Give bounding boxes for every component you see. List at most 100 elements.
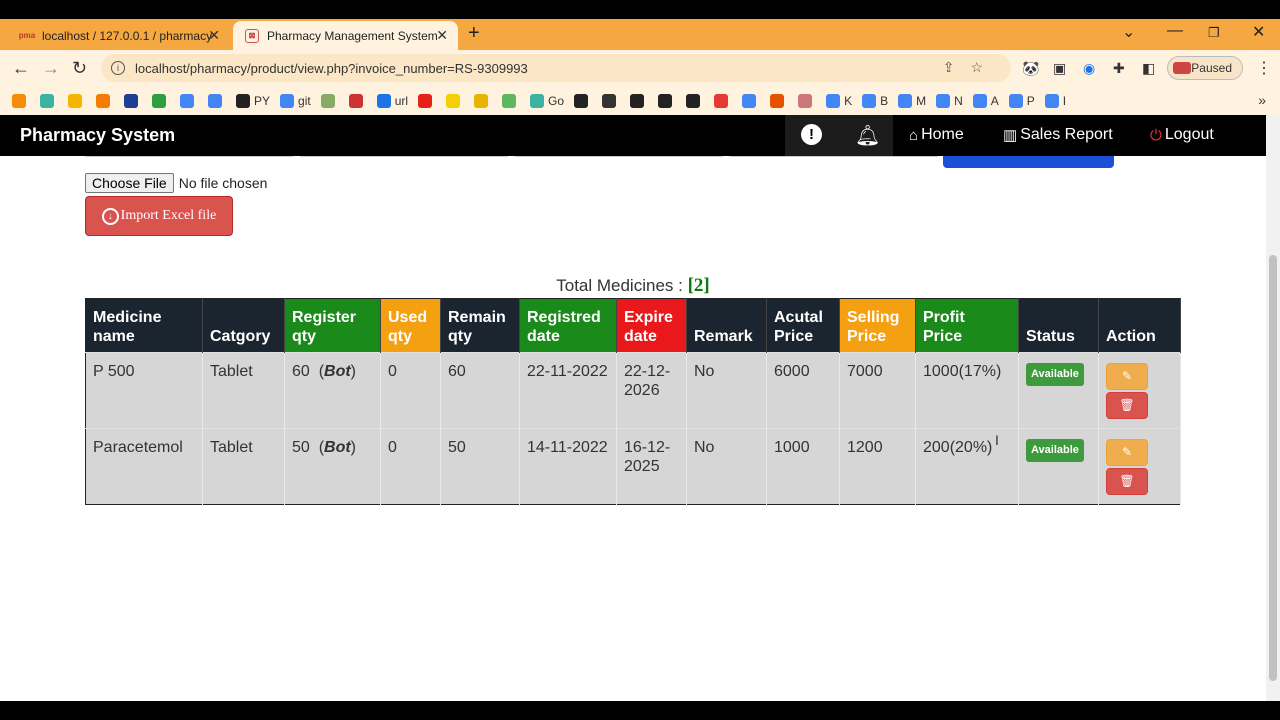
bookmark-item[interactable]: B <box>862 94 888 108</box>
bookmark-item[interactable] <box>96 94 114 108</box>
bookmark-item[interactable] <box>474 94 492 108</box>
header-expire-date: Expire date <box>616 298 687 353</box>
puzzle-icon[interactable]: ✚ <box>1113 60 1125 77</box>
bookmark-item[interactable]: P <box>1008 94 1035 108</box>
alert-icon[interactable]: ! <box>801 124 822 145</box>
bookmark-item[interactable] <box>714 94 732 108</box>
bookmark-item[interactable] <box>686 94 704 108</box>
extension-icon[interactable]: ◉ <box>1083 60 1095 77</box>
bookmark-icon <box>376 94 391 108</box>
bookmark-item[interactable] <box>502 94 520 108</box>
import-excel-button[interactable]: ↓ Import Excel file <box>85 196 233 236</box>
share-star-icons[interactable]: ⇪☆ <box>943 59 999 76</box>
header-status: Status <box>1018 298 1099 353</box>
bookmark-label: K <box>844 94 853 108</box>
tab-phpmyadmin[interactable]: pma localhost / 127.0.0.1 / pharmacy ✕ <box>8 21 230 50</box>
header-remark: Remark <box>686 298 767 353</box>
bookmark-item[interactable] <box>658 94 676 108</box>
bookmark-item[interactable] <box>446 94 464 108</box>
bookmark-item[interactable]: url <box>376 94 408 108</box>
bookmark-item[interactable]: Go <box>530 94 564 108</box>
cell-expire-date: 22-12-2026 <box>616 352 687 429</box>
home-link[interactable]: ⌂ Home <box>909 126 964 144</box>
edit-icon: ✎ <box>1121 445 1133 459</box>
back-icon[interactable]: ← <box>12 58 30 79</box>
bookmark-item[interactable] <box>798 94 816 108</box>
header-profit-price: Profit Price <box>915 298 1019 353</box>
bookmark-item[interactable]: I <box>1044 94 1066 108</box>
bookmark-item[interactable]: git <box>280 94 311 108</box>
extension-icon[interactable]: ▣ <box>1053 60 1066 77</box>
minimize-icon[interactable]: — <box>1167 22 1183 40</box>
bookmark-icon <box>208 94 222 108</box>
profile-status: Paused <box>1191 61 1232 75</box>
panda-extension-icon[interactable]: 🐼 <box>1022 60 1039 77</box>
page-scrollbar[interactable] <box>1266 115 1280 701</box>
sales-report-label: Sales Report <box>1020 126 1113 143</box>
menu-icon[interactable]: ⋮ <box>1256 58 1272 78</box>
header-used-qty: Used qty <box>380 298 441 353</box>
bookmark-item[interactable] <box>152 94 170 108</box>
restore-icon[interactable]: ❐ <box>1208 25 1220 41</box>
bookmark-item[interactable] <box>208 94 226 108</box>
bookmark-item[interactable] <box>742 94 760 108</box>
bookmark-item[interactable] <box>320 94 339 108</box>
bookmark-item[interactable] <box>124 94 142 108</box>
bookmark-item[interactable] <box>602 94 620 108</box>
profile-button[interactable]: Paused <box>1167 56 1243 80</box>
page-content: Choose File No file chosen ↓ Import Exce… <box>0 156 1266 701</box>
bookmark-icon <box>936 94 951 108</box>
bookmark-icon <box>898 94 913 108</box>
bookmark-item[interactable] <box>68 94 86 108</box>
choose-file-button[interactable]: Choose File <box>85 173 174 193</box>
more-bookmarks-icon[interactable]: » <box>1258 92 1266 108</box>
close-window-icon[interactable]: ✕ <box>1252 22 1265 42</box>
cut-off-submit-button[interactable] <box>943 156 1114 168</box>
tab-pharmacy[interactable]: ⊠ Pharmacy Management System ✕ <box>233 21 458 50</box>
forward-icon[interactable]: → <box>42 58 60 79</box>
tab-search-icon[interactable]: ⌄ <box>1122 22 1135 42</box>
cell-name: P 500 <box>85 352 203 429</box>
close-icon[interactable]: ✕ <box>208 27 220 44</box>
bookmark-icon <box>474 94 489 108</box>
cell-used-qty: 0 <box>380 352 441 429</box>
delete-button[interactable]: 🗑︎ <box>1106 392 1148 419</box>
bookmark-item[interactable] <box>630 94 648 108</box>
pharmacy-icon: ⊠ <box>245 28 259 43</box>
bar-chart-icon: ▥ <box>1003 127 1018 144</box>
bookmark-item[interactable]: K <box>826 94 852 108</box>
bookmark-item[interactable] <box>574 94 592 108</box>
edit-button[interactable]: ✎ <box>1106 363 1148 390</box>
sales-report-link[interactable]: ▥ Sales Report <box>1003 126 1113 144</box>
bookmark-item[interactable] <box>12 94 30 108</box>
site-info-icon[interactable]: i <box>111 61 125 75</box>
delete-button[interactable]: 🗑︎ <box>1106 468 1148 495</box>
bookmark-label: PY <box>254 94 271 108</box>
bookmark-icon <box>714 94 729 108</box>
scrollbar-thumb[interactable] <box>1269 255 1277 681</box>
bookmark-label: M <box>916 94 927 108</box>
bookmark-item[interactable] <box>770 94 788 108</box>
brand-title[interactable]: Pharmacy System <box>20 125 175 146</box>
bookmark-item[interactable]: M <box>898 94 926 108</box>
total-label: Total Medicines : <box>556 276 683 295</box>
logout-link[interactable]: ⏻ Logout <box>1150 126 1214 144</box>
bookmark-item[interactable] <box>40 94 58 108</box>
new-tab-icon[interactable]: + <box>468 22 480 45</box>
edit-button[interactable]: ✎ <box>1106 439 1148 466</box>
tab-label: Pharmacy Management System <box>267 28 438 43</box>
side-panel-icon[interactable]: ◧ <box>1142 60 1155 77</box>
bookmark-item[interactable]: A <box>972 94 999 108</box>
bookmark-item[interactable] <box>348 94 367 108</box>
bookmark-item[interactable] <box>418 94 436 108</box>
bell-icon[interactable]: 🔔︎ <box>855 123 880 148</box>
close-icon[interactable]: ✕ <box>436 27 448 44</box>
bookmark-item[interactable]: PY <box>236 94 270 108</box>
address-bar[interactable]: i localhost/pharmacy/product/view.php?in… <box>101 54 1011 82</box>
cell-category: Tablet <box>202 428 285 505</box>
bookmark-label: B <box>880 94 889 108</box>
bookmarks-bar: PY git url Go K B M N A P I <box>0 86 1280 116</box>
bookmark-item[interactable]: N <box>936 94 963 108</box>
reload-icon[interactable]: ↻ <box>72 58 87 79</box>
bookmark-item[interactable] <box>180 94 198 108</box>
